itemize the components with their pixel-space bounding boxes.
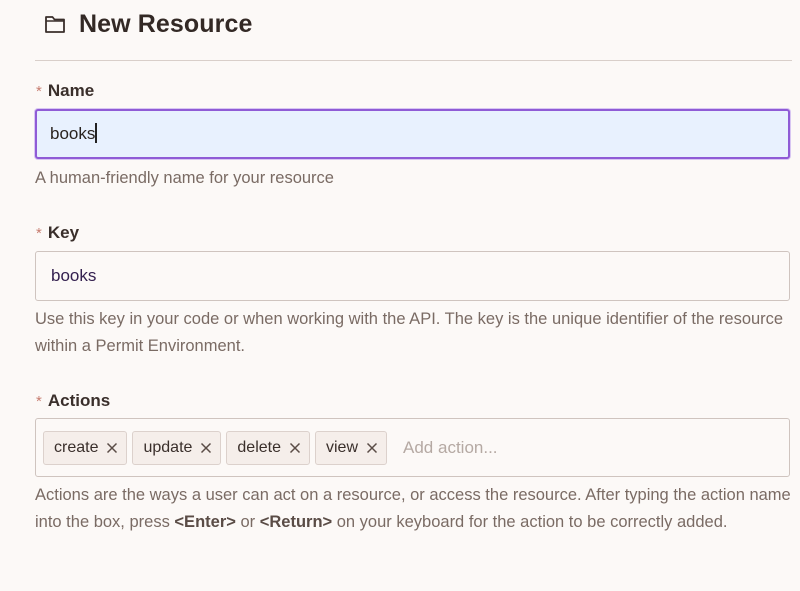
- enter-key-hint: <Enter>: [174, 513, 236, 531]
- required-indicator: *: [36, 82, 42, 100]
- key-input-value[interactable]: books: [51, 266, 96, 286]
- required-indicator: *: [36, 392, 42, 410]
- remove-icon[interactable]: [200, 442, 212, 454]
- required-indicator: *: [36, 224, 42, 242]
- folder-icon: [45, 16, 65, 33]
- actions-help-or: or: [235, 513, 260, 531]
- action-chip-update[interactable]: update: [132, 430, 222, 465]
- text-caret: [95, 123, 97, 143]
- action-chip-label: view: [326, 438, 359, 456]
- remove-icon[interactable]: [366, 442, 378, 454]
- remove-icon[interactable]: [106, 442, 118, 454]
- name-label: * Name: [36, 81, 94, 101]
- key-input[interactable]: books: [35, 251, 790, 301]
- action-chip-label: delete: [237, 438, 281, 456]
- actions-help-text: Actions are the ways a user can act on a…: [35, 482, 795, 536]
- key-label-text: Key: [47, 223, 80, 242]
- name-input[interactable]: books: [35, 109, 790, 159]
- page-header: New Resource: [44, 6, 253, 42]
- key-help-text: Use this key in your code or when workin…: [35, 310, 784, 355]
- action-chip-label: create: [54, 438, 99, 456]
- page-title: New Resource: [79, 9, 253, 38]
- action-chip-label: update: [143, 438, 193, 456]
- actions-label: * Actions: [36, 391, 110, 411]
- action-chip-create[interactable]: create: [43, 430, 128, 465]
- key-label: * Key: [36, 223, 79, 243]
- action-chip-delete[interactable]: delete: [226, 430, 310, 465]
- actions-help-part2: on your keyboard for the action to be co…: [332, 513, 728, 531]
- return-key-hint: <Return>: [259, 513, 333, 531]
- remove-icon[interactable]: [289, 442, 301, 454]
- actions-label-text: Actions: [47, 391, 111, 410]
- name-help-text: A human-friendly name for your resource: [35, 169, 334, 187]
- name-label-text: Name: [47, 81, 95, 100]
- name-input-value[interactable]: books: [50, 124, 95, 144]
- add-action-input[interactable]: [403, 437, 704, 458]
- action-chip-view[interactable]: view: [315, 430, 388, 465]
- header-divider: [35, 60, 792, 61]
- actions-input[interactable]: create update delete view: [35, 418, 790, 477]
